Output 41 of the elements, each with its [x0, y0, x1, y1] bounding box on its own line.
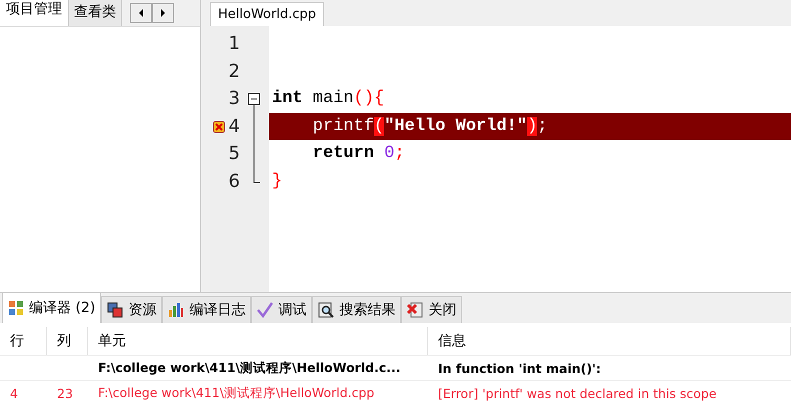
panel-tab[interactable]: 查看类: [68, 0, 122, 26]
line-number: 1: [228, 33, 240, 54]
matched-bracket: (: [374, 116, 384, 136]
table-cell: F:\college work\411\测试程序\HelloWorld.cpp: [88, 380, 428, 405]
code-line: int main(){: [271, 88, 386, 110]
windows-icon: [107, 302, 124, 318]
line-number: 3: [228, 88, 240, 110]
panel-tab[interactable]: 关闭: [401, 296, 462, 323]
line-number: 6: [228, 170, 240, 192]
column-header[interactable]: 行: [0, 327, 47, 355]
search-icon: [318, 302, 334, 318]
column-header[interactable]: 列: [47, 327, 88, 355]
table-cell: 4: [0, 380, 47, 405]
left-triangle-icon: [138, 9, 144, 17]
column-header[interactable]: 信息: [428, 327, 791, 355]
bar-chart-icon: [168, 302, 184, 318]
column-header[interactable]: 单元: [88, 327, 428, 355]
panel-tab[interactable]: 项目管理: [0, 0, 68, 26]
right-triangle-icon: [160, 9, 166, 17]
panel-tab[interactable]: 搜索结果: [312, 296, 402, 323]
line-number: 5: [228, 143, 240, 164]
panel-tab[interactable]: 编译日志: [162, 296, 252, 323]
table-cell: In function 'int main()':: [428, 355, 791, 380]
grid-icon: [8, 300, 24, 316]
code-line: return 0;: [312, 143, 406, 166]
panel-tab[interactable]: 编译器 (2): [2, 292, 102, 323]
fold-bracket-icon[interactable]: [247, 92, 261, 183]
table-cell: [Error] 'printf' was not declared in this scope: [428, 380, 791, 405]
close-icon: [407, 302, 424, 318]
panel-tab[interactable]: 资源: [101, 296, 162, 323]
scroll-right-button[interactable]: [152, 3, 174, 23]
check-icon: [257, 302, 274, 318]
scroll-left-button[interactable]: [130, 3, 152, 23]
line-number: 4: [228, 116, 240, 137]
panel-tab[interactable]: 调试: [251, 296, 312, 323]
file-tab[interactable]: HelloWorld.cpp: [210, 2, 324, 26]
line-number: 2: [228, 60, 240, 82]
table-cell: F:\college work\411\测试程序\HelloWorld.c...: [88, 355, 428, 380]
matched-bracket: ): [527, 116, 538, 136]
code-line: }: [271, 170, 284, 193]
table-cell: 23: [47, 380, 88, 405]
